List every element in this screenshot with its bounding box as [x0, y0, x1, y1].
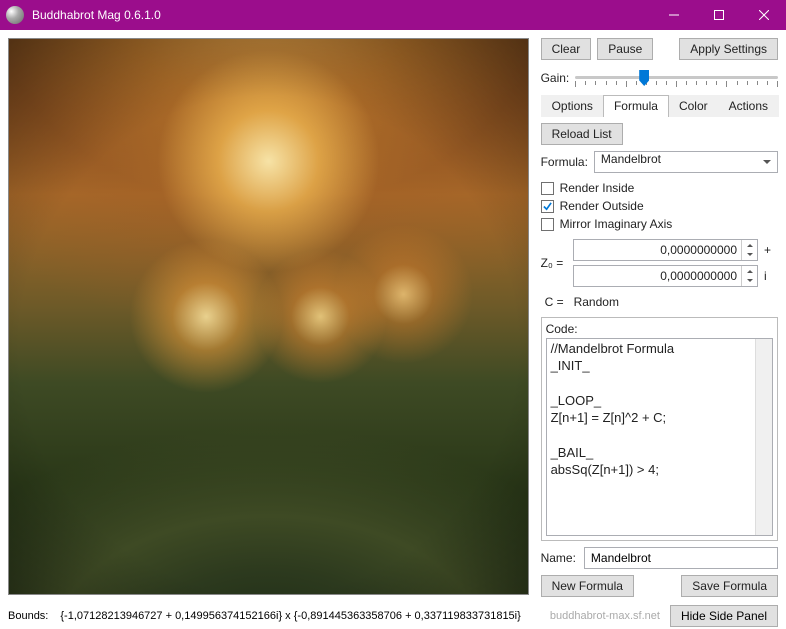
mirror-imag-label: Mirror Imaginary Axis [560, 217, 673, 231]
status-bar: Bounds: {-1,07128213946727 + 0,149956374… [0, 603, 786, 629]
footer-url: buddhabrot-max.sf.net [521, 610, 670, 622]
c-value: Random [574, 295, 619, 309]
bounds-value: {-1,07128213946727 + 0,149956374152166i}… [60, 610, 520, 622]
c-label: C = [545, 295, 564, 309]
code-scrollbar[interactable] [755, 339, 772, 535]
clear-button[interactable]: Clear [541, 38, 592, 60]
tab-formula[interactable]: Formula [603, 95, 669, 117]
formula-tab-body: Reload List Formula: Mandelbrot Render I… [541, 123, 778, 599]
z0-imag-value: 0,0000000000 [574, 269, 741, 283]
z0-plus: + [764, 243, 778, 257]
tab-actions[interactable]: Actions [718, 95, 779, 117]
render-canvas[interactable] [8, 38, 529, 595]
hide-side-panel-button[interactable]: Hide Side Panel [670, 605, 778, 627]
mirror-imag-checkbox[interactable]: Mirror Imaginary Axis [541, 217, 778, 231]
render-outside-checkbox[interactable]: Render Outside [541, 199, 778, 213]
z0-imag-input[interactable]: 0,0000000000 [573, 265, 758, 287]
gain-label: Gain: [541, 71, 570, 85]
formula-label: Formula: [541, 155, 588, 169]
side-panel: Clear Pause Apply Settings Gain: Options [537, 30, 786, 603]
formula-select[interactable]: Mandelbrot [594, 151, 778, 173]
save-formula-button[interactable]: Save Formula [681, 575, 778, 597]
render-inside-label: Render Inside [560, 181, 635, 195]
bounds-label: Bounds: [8, 610, 48, 622]
code-label: Code: [546, 322, 773, 336]
tab-bar: Options Formula Color Actions [541, 94, 778, 117]
gain-slider[interactable] [575, 66, 778, 90]
z0-real-up[interactable] [742, 240, 757, 250]
tab-options[interactable]: Options [541, 95, 604, 117]
z0-imag-up[interactable] [742, 266, 757, 276]
name-label: Name: [541, 551, 576, 565]
minimize-button[interactable] [651, 0, 696, 30]
apply-settings-button[interactable]: Apply Settings [679, 38, 778, 60]
window-title: Buddhabrot Mag 0.6.1.0 [32, 8, 651, 22]
new-formula-button[interactable]: New Formula [541, 575, 634, 597]
formula-select-value: Mandelbrot [601, 152, 661, 166]
code-text: //Mandelbrot Formula _INIT_ _LOOP_ Z[n+1… [551, 341, 675, 477]
z0-real-down[interactable] [742, 250, 757, 260]
render-outside-label: Render Outside [560, 199, 644, 213]
pause-button[interactable]: Pause [597, 38, 653, 60]
tab-color[interactable]: Color [668, 95, 719, 117]
z0-real-value: 0,0000000000 [574, 243, 741, 257]
name-input[interactable] [584, 547, 778, 569]
z0-i: i [764, 269, 778, 283]
z0-real-input[interactable]: 0,0000000000 [573, 239, 758, 261]
close-button[interactable] [741, 0, 786, 30]
titlebar: Buddhabrot Mag 0.6.1.0 [0, 0, 786, 30]
reload-list-button[interactable]: Reload List [541, 123, 623, 145]
render-inside-checkbox[interactable]: Render Inside [541, 181, 778, 195]
z0-label: Z₀ = [541, 256, 567, 270]
code-textarea[interactable]: //Mandelbrot Formula _INIT_ _LOOP_ Z[n+1… [546, 338, 773, 536]
z0-imag-down[interactable] [742, 276, 757, 286]
maximize-button[interactable] [696, 0, 741, 30]
app-icon [6, 6, 24, 24]
